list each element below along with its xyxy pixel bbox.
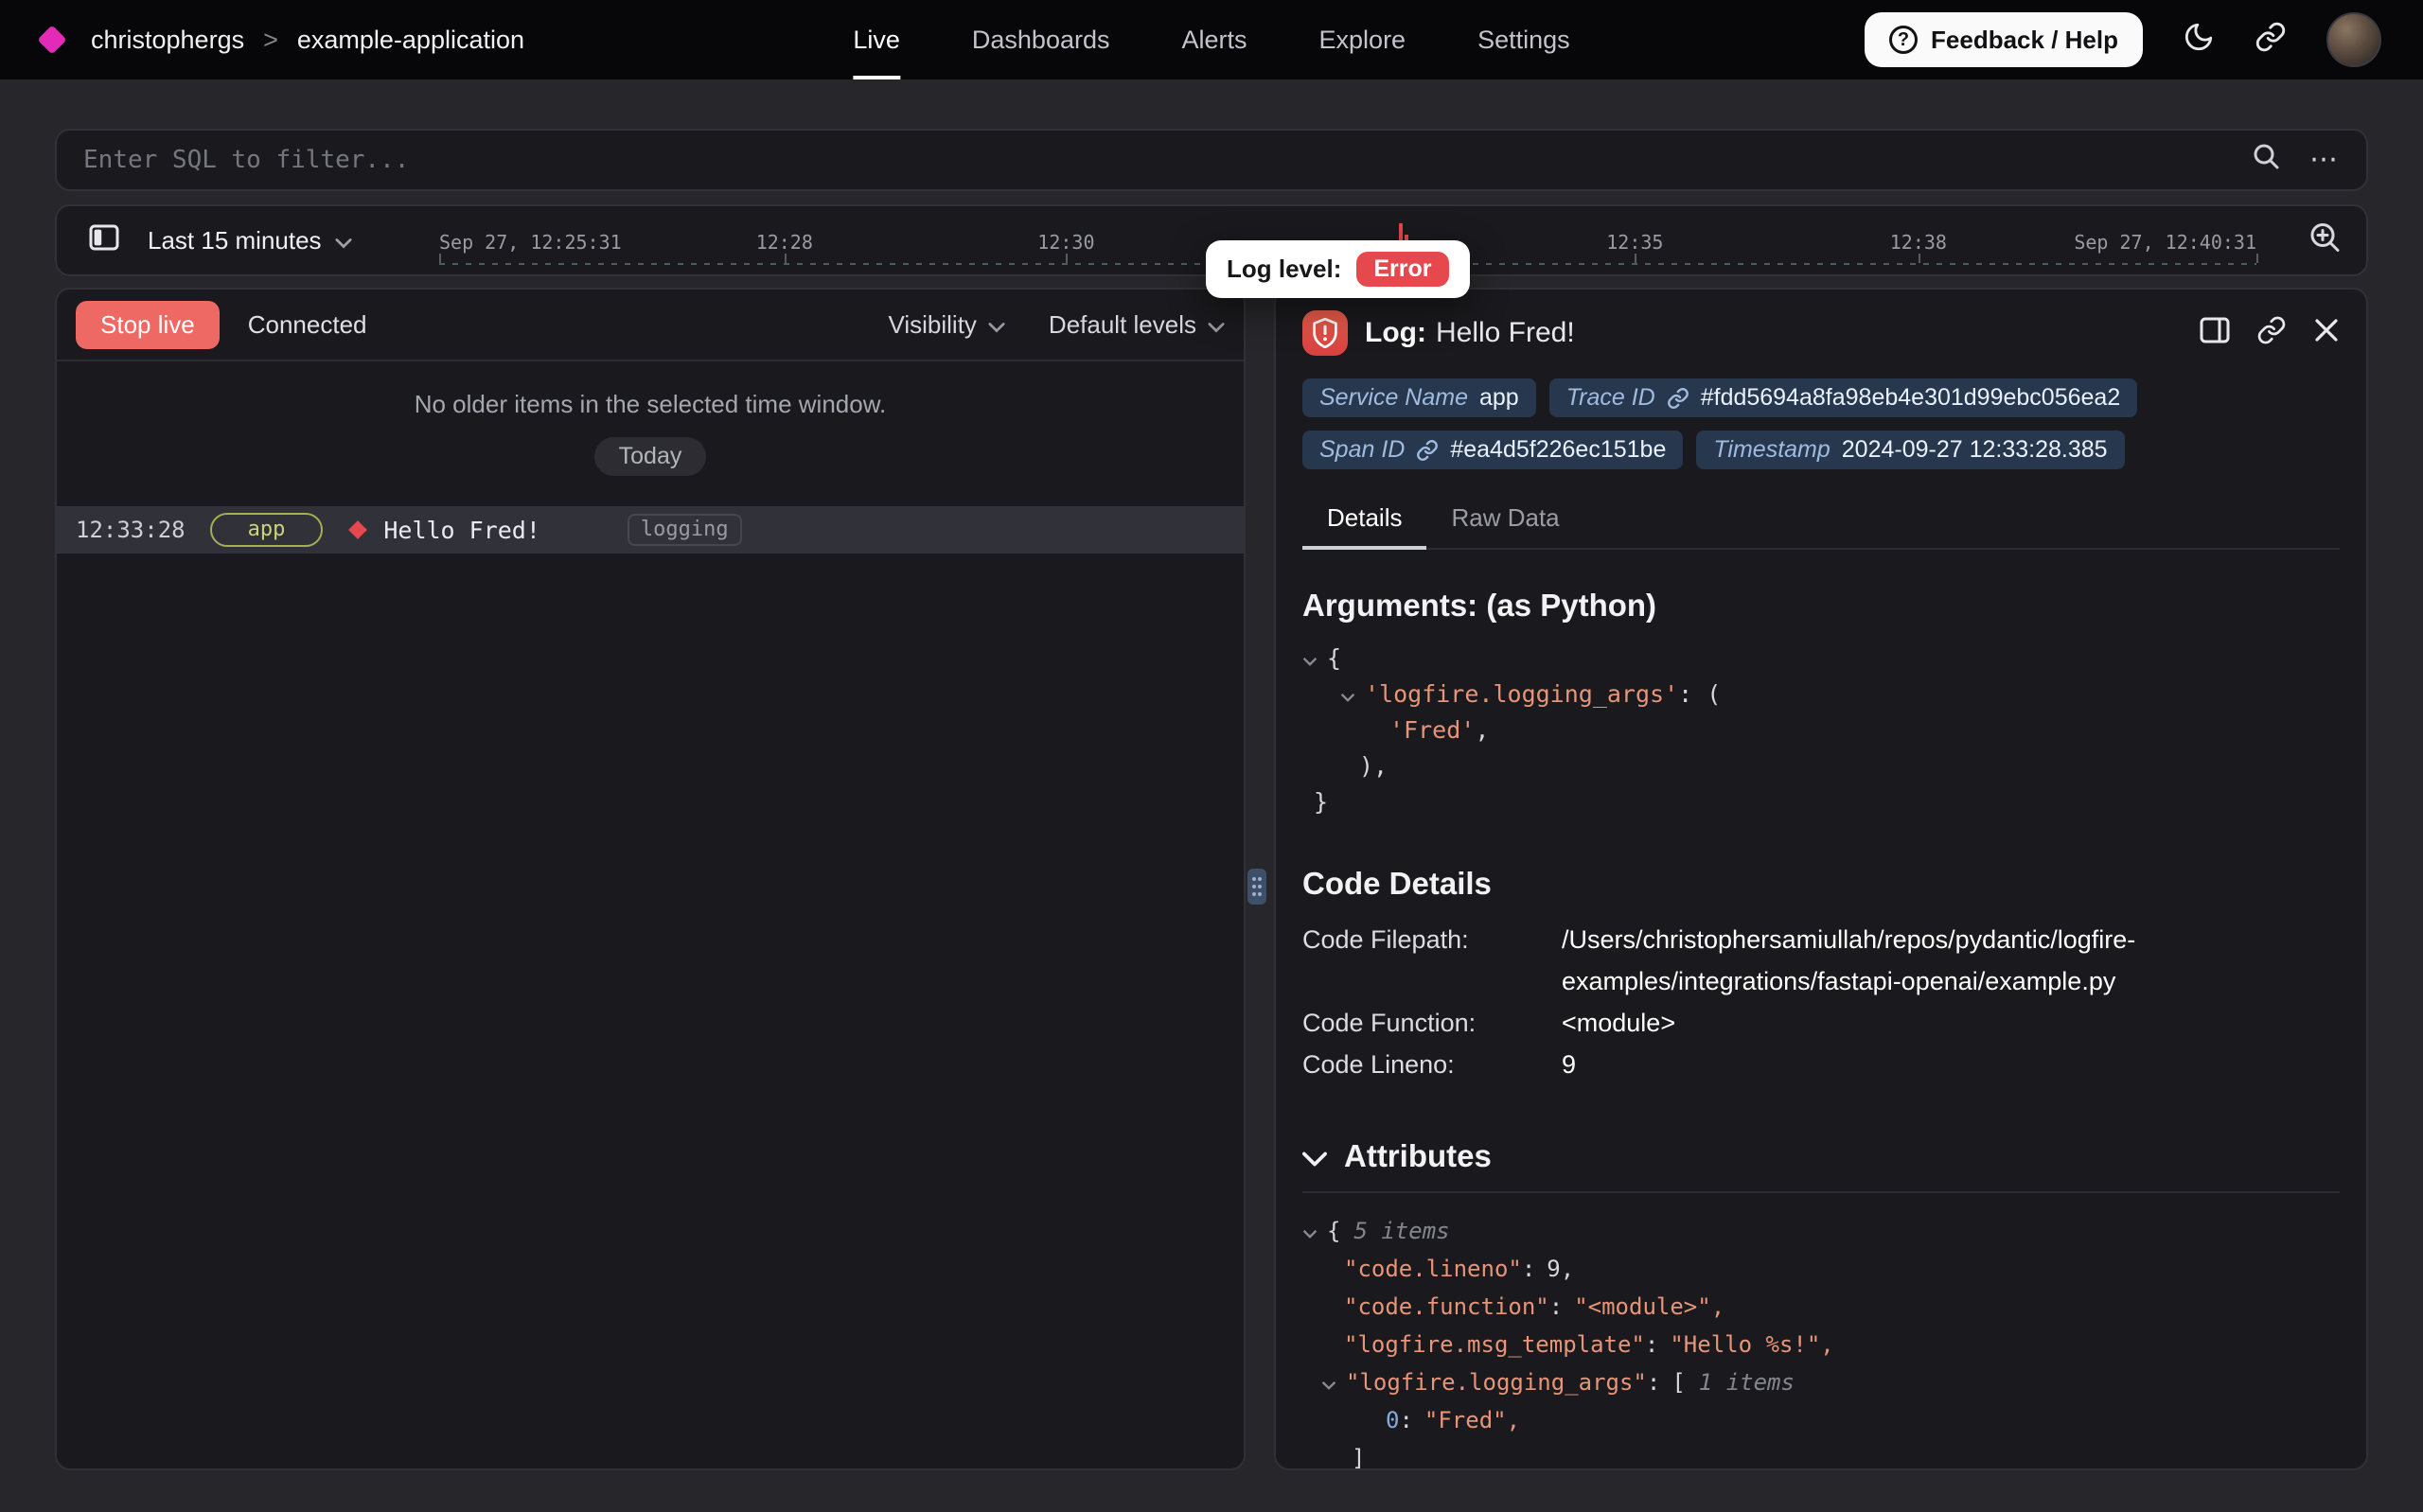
detail-title-text: Hello Fred! (1436, 317, 1575, 348)
sql-filter-input[interactable] (83, 146, 2226, 174)
attributes-divider (1302, 1191, 2340, 1193)
timeline-tick-label: 12:38 (1890, 231, 1947, 254)
breadcrumb-org[interactable]: christophergs (91, 26, 244, 55)
trace-id-pill[interactable]: Trace ID #fdd5694a8fa98eb4e301d99ebc056e… (1549, 378, 2138, 417)
tab-raw-data[interactable]: Raw Data (1426, 492, 1583, 548)
link-icon (1416, 439, 1439, 462)
link-icon (2256, 315, 2287, 352)
timeline-tick-label: 12:28 (756, 231, 813, 254)
top-nav: christophergs > example-application Live… (0, 0, 2423, 79)
live-logs-panel: Stop live Connected Visibility Default l… (55, 288, 1246, 1470)
zoom-in-button[interactable] (2308, 220, 2342, 261)
log-timestamp: 12:33:28 (76, 517, 186, 543)
timeline-tick-label: Sep 27, 12:25:31 (439, 231, 622, 254)
arguments-code-block: { 'logfire.logging_args': ( 'Fred', ), } (1302, 641, 2340, 820)
chevron-down-icon (1302, 1139, 1327, 1174)
attributes-heading[interactable]: Attributes (1302, 1138, 2340, 1174)
timestamp-pill: Timestamp 2024-09-27 12:33:28.385 (1696, 431, 2124, 469)
chevron-down-icon (988, 310, 1005, 340)
code-filepath-row: Code Filepath: /Users/christophersamiull… (1302, 919, 2340, 1002)
feedback-help-button[interactable]: ? Feedback / Help (1865, 12, 2143, 67)
search-icon[interactable] (2251, 141, 2281, 179)
panel-resize-handle[interactable] (1247, 869, 1266, 905)
log-meta-pills: Service Name app Trace ID #fdd5694a8fa98… (1302, 378, 2340, 469)
chevron-down-icon (335, 226, 352, 255)
close-icon (2313, 317, 2340, 350)
service-badge[interactable]: app (210, 513, 324, 547)
timeline-tick-label: Sep 27, 12:40:31 (2074, 231, 2256, 254)
sidebar-toggle-button[interactable] (89, 224, 119, 257)
empty-window-message: No older items in the selected time wind… (57, 390, 1244, 419)
attributes-json-tree: {5 items "code.lineno":9, "code.function… (1302, 1212, 2340, 1470)
collapse-chevron-icon[interactable] (1302, 641, 1321, 677)
nav-right-group: ? Feedback / Help (1865, 12, 2381, 67)
log-level-tooltip: Log level: Error (1206, 240, 1470, 298)
nav-tab-dashboards[interactable]: Dashboards (972, 0, 1110, 79)
breadcrumb: christophergs > example-application (42, 26, 524, 55)
detail-title: Log: Hello Fred! (1365, 317, 1575, 349)
nav-tab-explore[interactable]: Explore (1319, 0, 1406, 79)
collapse-chevron-icon[interactable] (1302, 1212, 1321, 1250)
time-range-label: Last 15 minutes (148, 226, 322, 255)
stop-live-button[interactable]: Stop live (76, 301, 220, 349)
primary-nav: Live Dashboards Alerts Explore Settings (853, 0, 1569, 79)
copy-link-button[interactable] (2256, 315, 2287, 352)
logger-tag[interactable]: logging (628, 514, 742, 546)
connection-status: Connected (248, 310, 367, 340)
default-levels-dropdown[interactable]: Default levels (1049, 310, 1225, 340)
code-function-row: Code Function: <module> (1302, 1002, 2340, 1044)
dock-panel-button[interactable] (2200, 317, 2230, 350)
log-detail-panel: Log: Hello Fred! Service Name app Trace I… (1274, 288, 2368, 1470)
time-range-select[interactable]: Last 15 minutes (148, 226, 352, 255)
dark-mode-toggle[interactable] (2183, 21, 2215, 60)
chevron-down-icon (1208, 310, 1225, 340)
detail-title-prefix: Log: (1365, 317, 1426, 348)
sidebar-toggle-icon (89, 224, 119, 257)
dock-panel-icon (2200, 317, 2230, 350)
share-link-button[interactable] (2255, 21, 2287, 60)
feedback-help-label: Feedback / Help (1931, 26, 2118, 55)
service-name-pill: Service Name app (1302, 378, 1536, 417)
error-diamond-icon (348, 520, 367, 539)
nav-tab-settings[interactable]: Settings (1477, 0, 1570, 79)
zoom-in-icon (2308, 220, 2342, 261)
help-icon: ? (1889, 26, 1918, 54)
collapse-chevron-icon[interactable] (1321, 1363, 1340, 1401)
user-avatar[interactable] (2326, 12, 2381, 67)
log-message: Hello Fred! (383, 517, 540, 544)
detail-header: Log: Hello Fred! (1302, 308, 2340, 358)
span-id-pill[interactable]: Span ID #ea4d5f226ec151be (1302, 431, 1683, 469)
breadcrumb-separator: > (263, 26, 278, 55)
sql-filter-bar: ⋯ (55, 129, 2368, 191)
tab-details[interactable]: Details (1302, 492, 1426, 548)
logfire-logo-icon[interactable] (37, 25, 66, 54)
tooltip-label: Log level: (1227, 255, 1341, 284)
link-icon (1667, 387, 1689, 410)
nav-tab-alerts[interactable]: Alerts (1181, 0, 1247, 79)
timeline-tick-label: 12:35 (1606, 231, 1663, 254)
detail-tabs: Details Raw Data (1302, 492, 2340, 550)
more-options-icon[interactable]: ⋯ (2309, 146, 2340, 174)
timeline-tick-label: 12:30 (1037, 231, 1094, 254)
logfire-app: christophergs > example-application Live… (0, 0, 2423, 1512)
collapse-chevron-icon[interactable] (1340, 677, 1359, 712)
nav-tab-live[interactable]: Live (853, 0, 900, 79)
breadcrumb-project[interactable]: example-application (297, 26, 524, 55)
code-lineno-row: Code Lineno: 9 (1302, 1044, 2340, 1085)
error-shield-icon (1302, 310, 1348, 356)
day-badge[interactable]: Today (594, 437, 707, 476)
link-icon (2255, 21, 2287, 60)
moon-icon (2183, 21, 2215, 60)
visibility-dropdown[interactable]: Visibility (888, 310, 1004, 340)
close-detail-button[interactable] (2313, 317, 2340, 350)
code-details-heading: Code Details (1302, 866, 2340, 902)
arguments-heading: Arguments: (as Python) (1302, 588, 2340, 624)
log-row-selected[interactable]: 12:33:28 app Hello Fred! logging (57, 506, 1244, 554)
code-details-rows: Code Filepath: /Users/christophersamiull… (1302, 919, 2340, 1085)
live-panel-header: Stop live Connected Visibility Default l… (57, 290, 1244, 361)
grip-dots-icon (1251, 870, 1263, 905)
error-level-badge: Error (1356, 252, 1448, 287)
